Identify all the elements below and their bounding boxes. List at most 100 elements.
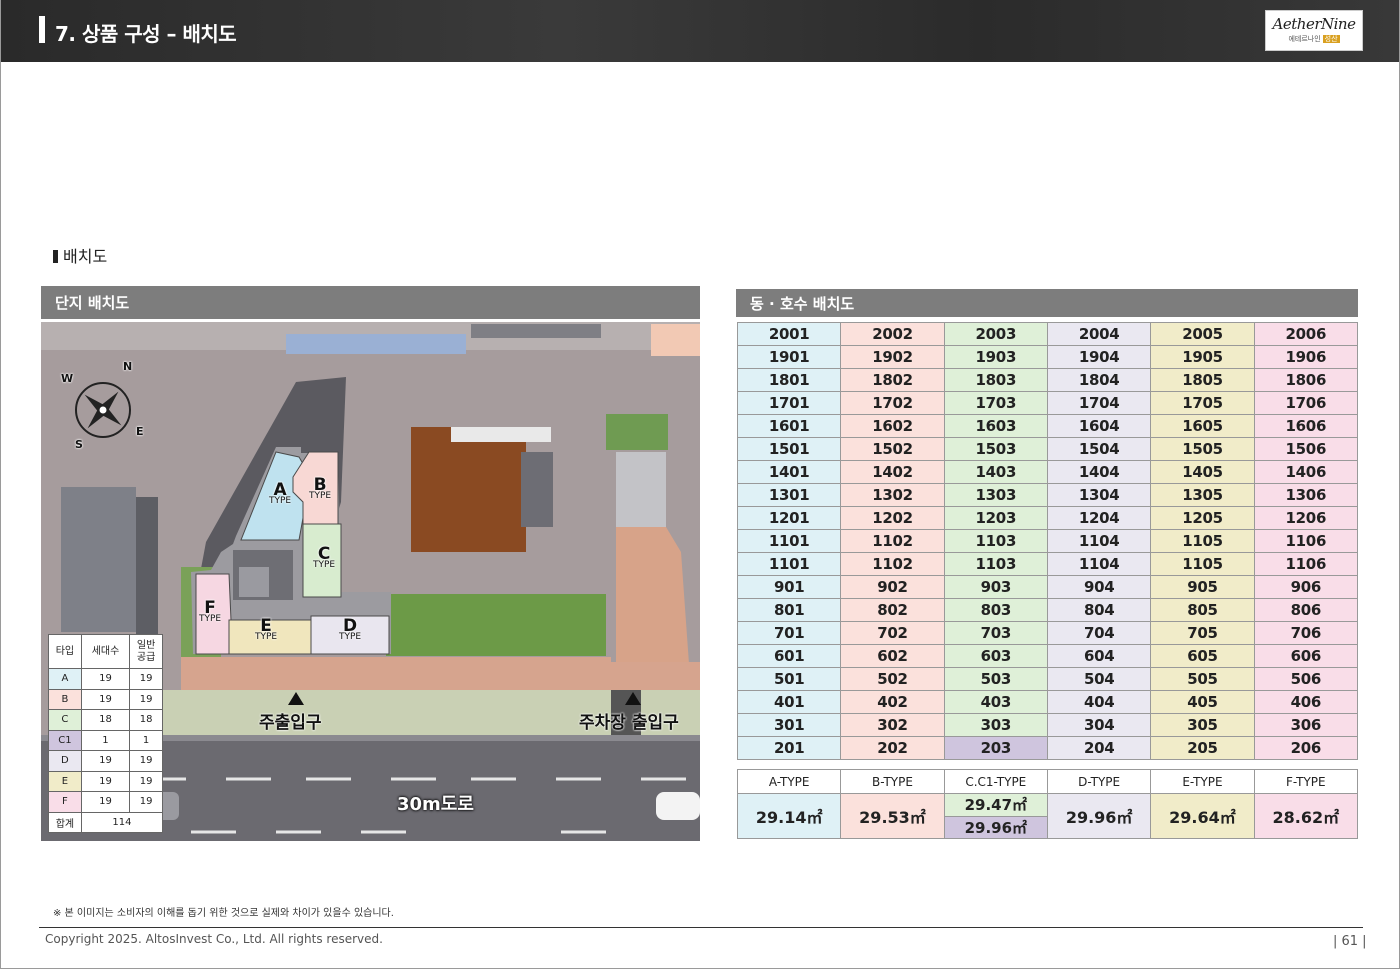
unit-cell: 401: [736, 690, 842, 714]
building-f-letter: F: [204, 598, 216, 618]
building-e-letter: E: [260, 616, 272, 636]
unit-cell: 1102: [840, 552, 945, 576]
unit-cell: 501: [736, 667, 842, 691]
unit-cell: 203: [943, 736, 1048, 760]
legend-cell-supply: 19: [129, 770, 163, 792]
unit-cell: 1105: [1150, 552, 1255, 576]
section-label-text: 배치도: [63, 247, 108, 266]
type-label: A-TYPE: [736, 769, 842, 794]
unit-cell: 301: [736, 713, 842, 737]
unit-cell: 406: [1253, 690, 1359, 714]
building-b-letter: B: [313, 475, 327, 495]
legend-header-supply: 일반 공급: [129, 634, 163, 669]
unit-cell: 1403: [943, 460, 1048, 484]
unit-cell: 1506: [1253, 437, 1359, 461]
legend-cell-type: F: [48, 791, 82, 813]
type-label: E-TYPE: [1150, 769, 1255, 794]
unit-cell: 706: [1253, 621, 1359, 645]
building-a-label: A TYPE: [269, 482, 291, 507]
legend-header-units: 세대수: [80, 634, 131, 669]
legend-cell-units: 19: [80, 668, 131, 690]
unit-cell: 505: [1150, 667, 1255, 691]
unit-cell: 803: [943, 598, 1048, 622]
unit-cell: 304: [1046, 713, 1152, 737]
unit-cell: 1304: [1046, 483, 1152, 507]
type-area-table: A-TYPE B-TYPE C.C1-TYPE D-TYPE E-TYPE F-TYPE …: [736, 769, 1359, 839]
type-area: 28.62㎡: [1253, 793, 1359, 839]
unit-row: 1801 1802 1803 1804 1805 1806: [736, 368, 1359, 392]
unit-cell: 1804: [1046, 368, 1152, 392]
type-label: C.C1-TYPE: [943, 769, 1048, 794]
building-c-letter: C: [317, 544, 331, 564]
unit-cell: 602: [840, 644, 945, 668]
unit-row: 1701 1702 1703 1704 1705 1706: [736, 391, 1359, 415]
unit-cell: 1204: [1046, 506, 1152, 530]
unit-cell: 1302: [840, 483, 945, 507]
page-title: 7. 상품 구성 – 배치도: [55, 22, 237, 46]
unit-cell: 1803: [943, 368, 1048, 392]
unit-cell: 1602: [840, 414, 945, 438]
unit-cell: 606: [1253, 644, 1359, 668]
building-b-label: B TYPE: [309, 475, 331, 502]
unit-cell: 703: [943, 621, 1048, 645]
site-plan-map: N E S W A TYPE B TYPE C TYPE F TYPE E TYPE DT…: [41, 322, 700, 841]
unit-cell: 804: [1046, 598, 1152, 622]
unit-cell: 1504: [1046, 437, 1152, 461]
unit-cell: 206: [1253, 736, 1359, 760]
unit-cell: 1104: [1046, 552, 1152, 576]
legend-cell-supply: 19: [129, 750, 163, 772]
legend-header-row: 타입 세대수 일반 공급: [48, 634, 163, 669]
legend-row: A 19 19: [48, 668, 163, 690]
unit-cell: 1201: [736, 506, 842, 530]
type-header-row: A-TYPE B-TYPE C.C1-TYPE D-TYPE E-TYPE F-TYPE: [736, 769, 1359, 794]
unit-row: 701 702 703 704 705 706: [736, 621, 1359, 645]
unit-number-table: 2001 2002 2003 2004 2005 2006 1901 1902 1903 1904…: [736, 322, 1359, 760]
type-label: D-TYPE: [1046, 769, 1152, 794]
legend-total-row: 합계 114: [48, 811, 164, 833]
unit-cell: 1606: [1253, 414, 1359, 438]
unit-cell: 1901: [736, 345, 842, 369]
legend-cell-type: D: [48, 750, 82, 772]
type-label: B-TYPE: [840, 769, 945, 794]
compass-w: W: [61, 372, 74, 385]
unit-cell: 604: [1046, 644, 1152, 668]
unit-cell: 1401: [736, 460, 842, 484]
parking-entrance-label: 주차장 출입구: [579, 713, 679, 733]
unit-cell: 205: [1150, 736, 1255, 760]
unit-cell: 403: [943, 690, 1048, 714]
copyright: Copyright 2025. AltosInvest Co., Ltd. Al…: [45, 932, 383, 946]
road-label: 30m도로: [397, 794, 474, 815]
legend-cell-supply: 18: [129, 709, 163, 731]
unit-cell: 801: [736, 598, 842, 622]
unit-cell: 901: [736, 575, 842, 599]
header-accent: [39, 16, 45, 43]
legend-cell-units: 19: [80, 688, 131, 710]
unit-row: 1301 1302 1303 1304 1305 1306: [736, 483, 1359, 507]
legend-cell-type: A: [48, 668, 82, 690]
unit-cell: 701: [736, 621, 842, 645]
page-number: | 61 |: [1333, 934, 1367, 949]
unit-cell: 1203: [943, 506, 1048, 530]
unit-row: 1101 1102 1103 1104 1105 1106: [736, 552, 1359, 576]
unit-cell: 1902: [840, 345, 945, 369]
unit-cell: 1104: [1046, 529, 1152, 553]
unit-cell: 2003: [943, 322, 1048, 346]
unit-row: 501 502 503 504 505 506: [736, 667, 1359, 691]
unit-cell: 2005: [1150, 322, 1255, 346]
unit-cell: 1303: [943, 483, 1048, 507]
unit-cell: 1106: [1253, 529, 1359, 553]
building-d-label: D TYPE: [339, 618, 361, 643]
page: 7. 상품 구성 – 배치도 AetherNine 에테르나인 성산 배치도 단지…: [0, 0, 1400, 969]
legend-cell-type: E: [48, 770, 82, 792]
building-e-label: E TYPE: [255, 616, 277, 643]
unit-cell: 1101: [736, 529, 842, 553]
unit-cell: 1705: [1150, 391, 1255, 415]
legend-cell-units: 19: [80, 791, 131, 813]
legend-row: E 19 19: [48, 770, 163, 792]
unit-cell: 904: [1046, 575, 1152, 599]
logo-sub: 에테르나인 성산: [1266, 34, 1362, 44]
legend-cell-type: B: [48, 688, 82, 710]
legend-cell-supply: 19: [129, 668, 163, 690]
section-label: 배치도: [53, 243, 107, 267]
unit-cell: 1604: [1046, 414, 1152, 438]
